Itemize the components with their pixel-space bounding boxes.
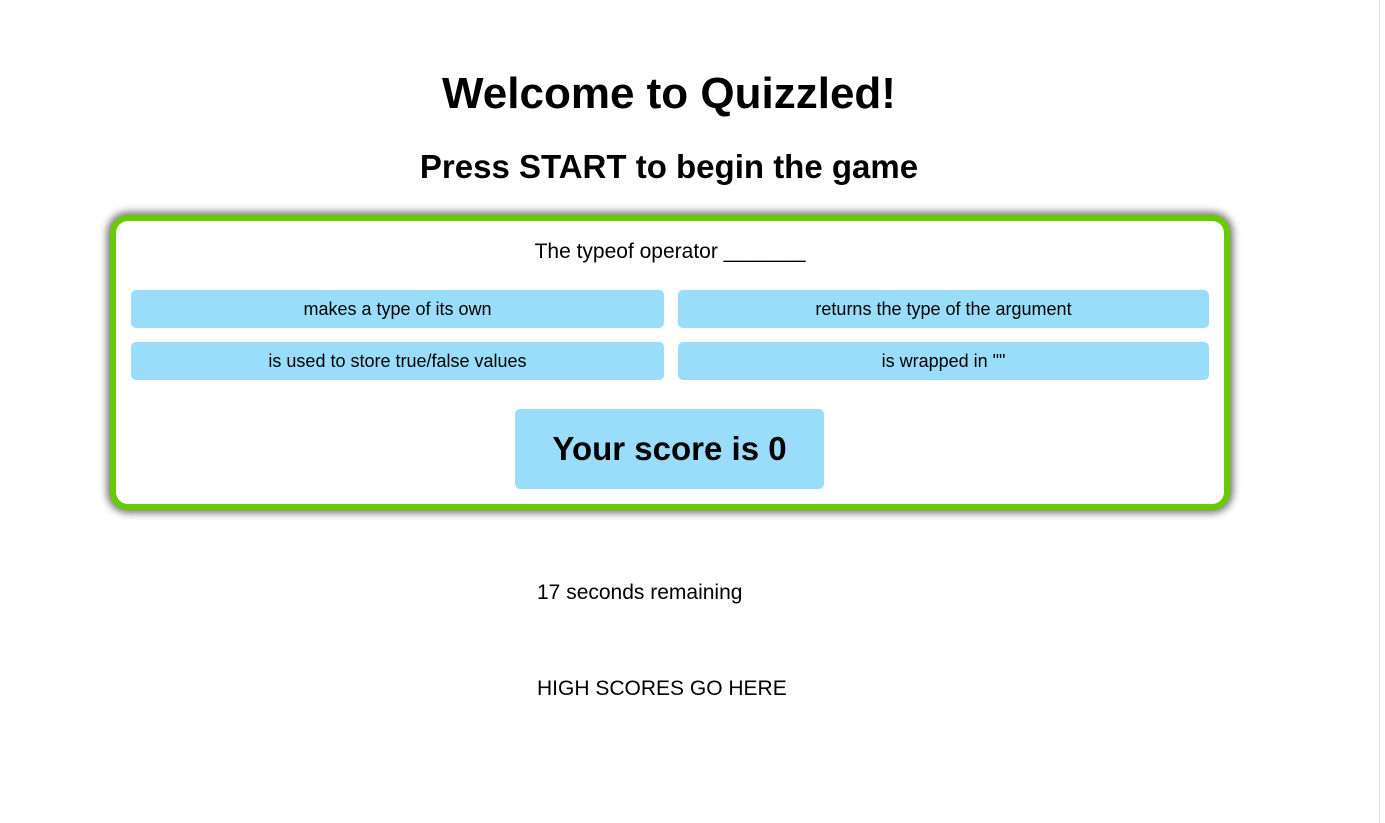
quiz-card: The typeof operator _______ makes a type… [110,215,1230,510]
answer-button-2[interactable]: returns the type of the argument [678,290,1209,328]
timer-text: 17 seconds remaining [537,581,743,604]
page-title: Welcome to Quizzled! [442,69,896,118]
page: Welcome to Quizzled! Press START to begi… [0,0,1385,823]
high-scores-text: HIGH SCORES GO HERE [537,677,787,700]
answer-button-4[interactable]: is wrapped in "" [678,342,1209,380]
answer-button-3[interactable]: is used to store true/false values [131,342,664,380]
page-edge-divider [1379,0,1380,823]
page-subtitle: Press START to begin the game [419,148,919,185]
score-display: Your score is 0 [515,409,824,489]
answer-button-1[interactable]: makes a type of its own [131,290,664,328]
question-text: The typeof operator _______ [534,240,806,263]
